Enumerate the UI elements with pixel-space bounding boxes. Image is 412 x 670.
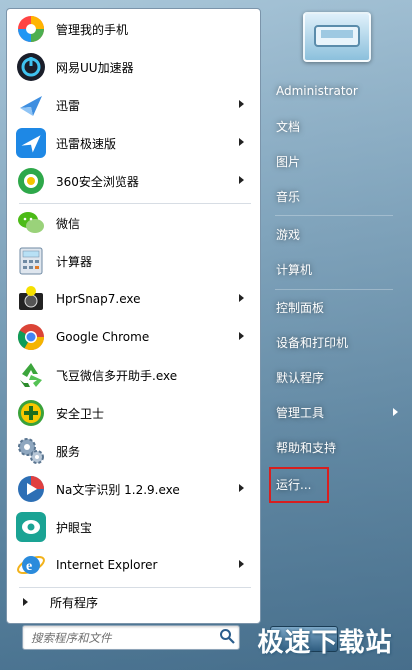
submenu-arrow-icon xyxy=(239,294,244,302)
right-item-label: 计算机 xyxy=(276,262,313,277)
watermark-logo: 极速下载站 xyxy=(257,627,393,658)
submenu-arrow-icon xyxy=(239,484,244,492)
right-separator xyxy=(275,289,393,290)
program-label: 迅雷 xyxy=(56,98,81,113)
program-item-wechat[interactable]: 微信 xyxy=(11,205,256,241)
submenu-arrow-icon xyxy=(239,138,244,146)
right-item-label: 图片 xyxy=(276,154,301,169)
all-programs-label: 所有程序 xyxy=(50,595,99,610)
right-item-label: 控制面板 xyxy=(276,300,325,315)
program-item-chrome[interactable]: Google Chrome xyxy=(11,319,256,355)
program-label: 计算器 xyxy=(56,254,93,269)
program-label: 安全卫士 xyxy=(56,406,105,421)
program-item-hypersnap[interactable]: HprSnap7.exe xyxy=(11,281,256,317)
program-label: 护眼宝 xyxy=(56,520,93,535)
program-item-eye-care[interactable]: 护眼宝 xyxy=(11,509,256,545)
right-separator xyxy=(275,215,393,216)
ie-icon: e xyxy=(16,550,46,580)
eye-care-icon xyxy=(16,512,46,542)
program-item-360-browser[interactable]: 360安全浏览器 xyxy=(11,163,256,199)
right-item-games[interactable]: 游戏 xyxy=(268,219,404,249)
phone-manager-icon xyxy=(16,14,46,44)
submenu-arrow-icon xyxy=(239,100,244,108)
right-item-documents[interactable]: 文档 xyxy=(268,111,404,141)
program-item-phone-manager[interactable]: 管理我的手机 xyxy=(11,11,256,47)
program-item-internet-explorer[interactable]: e Internet Explorer xyxy=(11,547,256,583)
search-placeholder: 搜索程序和文件 xyxy=(31,631,112,645)
right-item-label: 帮助和支持 xyxy=(276,440,337,455)
right-item-label: Administrator xyxy=(276,84,358,98)
user-picture[interactable] xyxy=(303,12,371,62)
right-item-label: 文档 xyxy=(276,119,301,134)
calculator-icon xyxy=(16,246,46,276)
xunlei-speed-icon xyxy=(16,128,46,158)
program-label: 迅雷极速版 xyxy=(56,136,117,151)
program-item-uu-accelerator[interactable]: 网易UU加速器 xyxy=(11,49,256,85)
programs-panel: 管理我的手机 网易UU加速器 迅雷 迅雷极速版 360安全浏览器 微信 计算器 … xyxy=(6,8,261,624)
right-item-default-programs[interactable]: 默认程序 xyxy=(268,362,404,392)
program-label: Na文字识别 1.2.9.exe xyxy=(56,482,180,497)
program-item-calculator[interactable]: 计算器 xyxy=(11,243,256,279)
program-label: 微信 xyxy=(56,216,81,231)
services-gear-icon xyxy=(16,436,46,466)
submenu-arrow-icon xyxy=(239,176,244,184)
right-item-pictures[interactable]: 图片 xyxy=(268,146,404,176)
program-label: 360安全浏览器 xyxy=(56,174,139,189)
search-input[interactable]: 搜索程序和文件 xyxy=(22,625,240,650)
submenu-arrow-icon xyxy=(393,408,398,416)
submenu-arrow-icon xyxy=(239,560,244,568)
program-item-xunlei-speed[interactable]: 迅雷极速版 xyxy=(11,125,256,161)
chrome-icon xyxy=(16,322,46,352)
search-icon xyxy=(219,628,235,647)
program-item-security-guard[interactable]: 安全卫士 xyxy=(11,395,256,431)
hypersnap-icon xyxy=(16,284,46,314)
uu-accelerator-icon xyxy=(16,52,46,82)
program-item-xunlei[interactable]: 迅雷 xyxy=(11,87,256,123)
program-label: 飞豆微信多开助手.exe xyxy=(56,368,178,383)
program-item-na-ocr[interactable]: Na文字识别 1.2.9.exe xyxy=(11,471,256,507)
expand-arrow-icon xyxy=(23,598,28,606)
security-guard-icon xyxy=(16,398,46,428)
right-item-admin-tools[interactable]: 管理工具 xyxy=(268,397,404,427)
right-item-label: 游戏 xyxy=(276,227,301,242)
separator xyxy=(19,203,251,204)
submenu-arrow-icon xyxy=(239,332,244,340)
separator xyxy=(19,587,251,588)
program-item-services[interactable]: 服务 xyxy=(11,433,256,469)
right-item-help-support[interactable]: 帮助和支持 xyxy=(268,432,404,462)
360-browser-icon xyxy=(16,166,46,196)
right-item-devices-printers[interactable]: 设备和打印机 xyxy=(268,327,404,357)
right-item-label: 管理工具 xyxy=(276,405,325,420)
right-item-administrator[interactable]: Administrator xyxy=(268,76,404,106)
program-label: Google Chrome xyxy=(56,330,150,344)
right-item-computer[interactable]: 计算机 xyxy=(268,254,404,284)
recycle-icon xyxy=(16,360,46,390)
program-label: 管理我的手机 xyxy=(56,22,129,37)
program-label: Internet Explorer xyxy=(56,558,158,572)
right-item-music[interactable]: 音乐 xyxy=(268,181,404,211)
right-item-label: 设备和打印机 xyxy=(276,335,349,350)
wechat-icon xyxy=(16,208,46,238)
right-item-label: 音乐 xyxy=(276,189,301,204)
program-item-feidou[interactable]: 飞豆微信多开助手.exe xyxy=(11,357,256,393)
program-label: 网易UU加速器 xyxy=(56,60,134,75)
program-label: HprSnap7.exe xyxy=(56,292,141,306)
all-programs-button[interactable]: 所有程序 xyxy=(11,591,256,613)
xunlei-icon xyxy=(16,90,46,120)
right-item-label: 默认程序 xyxy=(276,370,325,385)
svg-text:e: e xyxy=(26,559,32,574)
right-item-control-panel[interactable]: 控制面板 xyxy=(268,292,404,322)
ocr-icon xyxy=(16,474,46,504)
highlight-box xyxy=(269,467,329,503)
program-label: 服务 xyxy=(56,444,81,459)
